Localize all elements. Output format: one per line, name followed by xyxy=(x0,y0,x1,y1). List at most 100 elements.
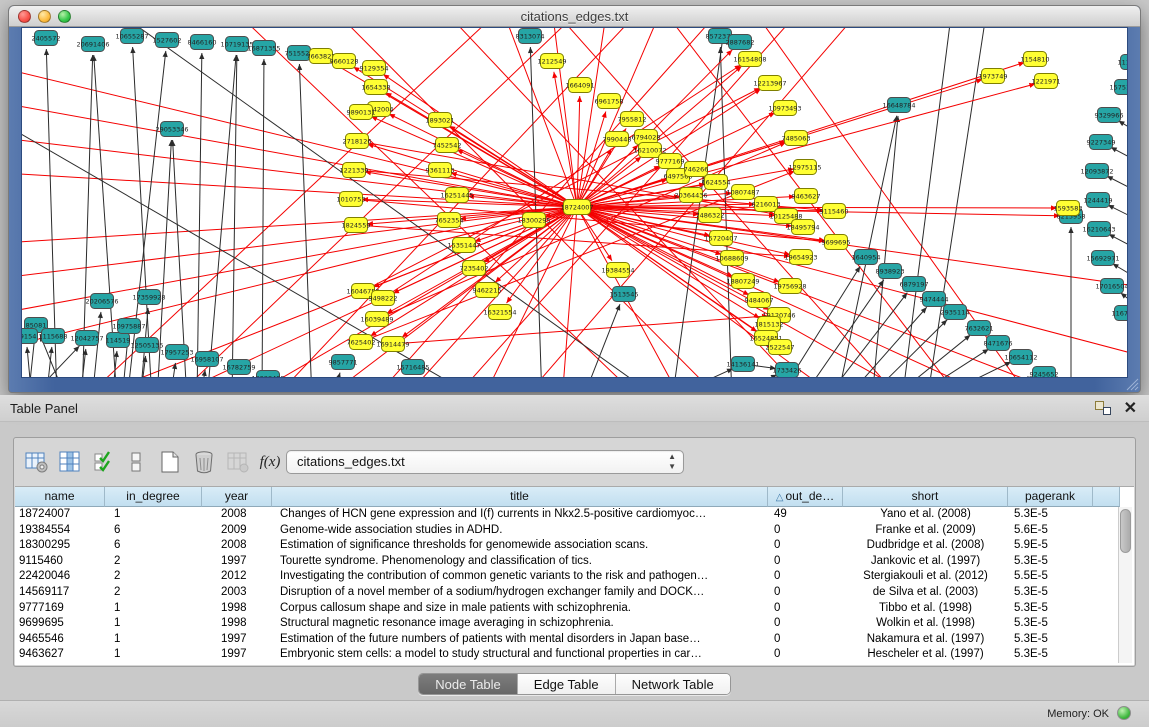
table-cell[interactable]: 5.3E-5 xyxy=(1014,585,1093,601)
table-cell[interactable]: Tibbo et al. (1998) xyxy=(843,601,1008,617)
table-row[interactable]: 946554611997Estimation of the future num… xyxy=(15,632,1134,648)
graph-node[interactable]: 20206576 xyxy=(85,294,118,309)
graph-node[interactable]: 9777169 xyxy=(656,154,685,169)
graph-edge[interactable] xyxy=(954,377,1033,378)
graph-node[interactable]: 7235402 xyxy=(460,261,489,276)
graph-node[interactable]: 12093872 xyxy=(1080,164,1113,179)
graph-edge[interactable] xyxy=(451,173,577,207)
column-select-icon[interactable] xyxy=(56,448,84,476)
table-cell[interactable]: Wolkin et al. (1998) xyxy=(843,616,1008,632)
graph-node[interactable]: 16648784 xyxy=(882,98,915,113)
table-cell[interactable]: 5.9E-5 xyxy=(1014,538,1093,554)
table-cell[interactable]: Investigating the contribution of common… xyxy=(280,569,768,585)
graph-node[interactable]: 2887682 xyxy=(726,35,755,50)
row-select-icon[interactable] xyxy=(90,448,118,476)
graph-node[interactable]: 10688609 xyxy=(715,251,748,266)
graph-node[interactable]: 8938923 xyxy=(876,264,905,279)
graph-node[interactable]: 20691406 xyxy=(76,37,109,52)
graph-node[interactable]: 29053346 xyxy=(155,122,188,137)
table-cell[interactable]: Embryonic stem cells: a model to study s… xyxy=(280,647,768,663)
graph-node[interactable]: 12923488 xyxy=(251,371,284,379)
graph-edge[interactable] xyxy=(844,307,927,378)
graph-edge[interactable] xyxy=(22,173,577,207)
float-window-icon[interactable] xyxy=(1095,401,1111,415)
graph-node[interactable]: 12213967 xyxy=(753,76,786,91)
table-cell[interactable]: 18300295 xyxy=(19,538,105,554)
table-cell[interactable]: Disruption of a novel member of a sodium… xyxy=(280,585,768,601)
table-cell[interactable]: 1997 xyxy=(221,554,272,570)
graph-node[interactable]: 7990448 xyxy=(603,132,632,147)
graph-node[interactable]: 8466160 xyxy=(188,35,217,50)
graph-node[interactable]: 10973493 xyxy=(768,101,801,116)
network-canvas[interactable]: 2405572831307420691406106552871527602846… xyxy=(21,27,1128,378)
tab-edge-table[interactable]: Edge Table xyxy=(518,674,616,694)
table-cell[interactable]: 49 xyxy=(774,507,843,523)
graph-node[interactable]: 746266 xyxy=(684,162,709,177)
table-cell[interactable]: 5.6E-5 xyxy=(1014,523,1093,539)
graph-node[interactable]: 9361113 xyxy=(426,163,455,178)
graph-edge[interactable] xyxy=(393,316,768,344)
graph-node[interactable]: 6879197 xyxy=(900,277,929,292)
table-cell[interactable]: 1997 xyxy=(221,632,272,648)
table-cell[interactable]: 0 xyxy=(774,585,843,601)
graph-edge[interactable] xyxy=(197,53,202,378)
graph-node[interactable]: 7652354 xyxy=(435,213,464,228)
graph-edge[interactable] xyxy=(232,55,237,378)
tab-network-table[interactable]: Network Table xyxy=(616,674,730,694)
graph-edge[interactable] xyxy=(207,55,236,378)
graph-node[interactable]: 16782759 xyxy=(222,360,255,375)
graph-node[interactable]: 19756928 xyxy=(773,279,806,294)
table-cell[interactable]: 2 xyxy=(114,569,202,585)
table-cell[interactable]: 0 xyxy=(774,523,843,539)
graph-node[interactable]: 10655287 xyxy=(115,29,148,44)
graph-node[interactable]: 9890131 xyxy=(347,105,376,120)
table-cell[interactable]: 0 xyxy=(774,647,843,663)
graph-node[interactable]: 1513545 xyxy=(610,287,639,302)
graph-node[interactable]: 9484067 xyxy=(745,293,774,308)
table-cell[interactable]: 1998 xyxy=(221,601,272,617)
table-cell[interactable]: 5.3E-5 xyxy=(1014,554,1093,570)
graph-node[interactable]: 20364436 xyxy=(674,188,707,203)
graph-node[interactable]: 1593583 xyxy=(1054,201,1083,216)
table-selector-dropdown[interactable]: citations_edges.txt ▲▼ xyxy=(286,450,684,474)
table-cell[interactable]: 1 xyxy=(114,647,202,663)
graph-node[interactable]: 15720407 xyxy=(704,231,737,246)
graph-node[interactable]: 16914479 xyxy=(376,337,409,352)
table-cell[interactable]: 5.3E-5 xyxy=(1014,632,1093,648)
table-cell[interactable]: 5.3E-5 xyxy=(1014,647,1093,663)
table-row[interactable]: 1938455462009Genome-wide association stu… xyxy=(15,523,1134,539)
graph-node[interactable]: 16039489 xyxy=(360,312,393,327)
table-cell[interactable]: 9777169 xyxy=(19,601,105,617)
graph-node[interactable]: 9660128 xyxy=(330,54,359,69)
graph-node[interactable]: 7452542 xyxy=(433,138,462,153)
graph-node[interactable]: 1154810 xyxy=(1021,52,1050,67)
table-cell[interactable]: 2003 xyxy=(221,585,272,601)
table-settings-icon[interactable] xyxy=(22,448,50,476)
graph-node[interactable]: 7955812 xyxy=(618,112,647,127)
graph-edge[interactable] xyxy=(27,346,79,378)
graph-edge[interactable] xyxy=(242,207,577,378)
graph-node[interactable]: 1527602 xyxy=(153,33,182,48)
graph-node[interactable]: 9699695 xyxy=(822,235,851,250)
graph-node[interactable]: 17359928 xyxy=(132,290,165,305)
graph-node[interactable]: 1893021 xyxy=(426,113,455,128)
table-cell[interactable]: Yano et al. (2008) xyxy=(843,507,1008,523)
graph-node[interactable]: 1733426 xyxy=(773,363,802,378)
table-cell[interactable]: Changes of HCN gene expression and I(f) … xyxy=(280,507,768,523)
table-cell[interactable]: 0 xyxy=(774,554,843,570)
scrollbar-thumb[interactable] xyxy=(1120,509,1131,553)
table-cell[interactable]: 5.5E-5 xyxy=(1014,569,1093,585)
graph-node[interactable]: 2522547 xyxy=(766,340,795,355)
table-cell[interactable]: 2 xyxy=(114,554,202,570)
graph-edge[interactable] xyxy=(82,55,93,378)
graph-node[interactable]: 18724007 xyxy=(560,200,593,215)
graph-node[interactable]: 10654112 xyxy=(1004,350,1037,365)
graph-node[interactable]: 16154808 xyxy=(733,52,766,67)
table-cell[interactable]: 9699695 xyxy=(19,616,105,632)
graph-edge[interactable] xyxy=(722,375,777,378)
graph-node[interactable]: 1824559 xyxy=(342,218,371,233)
table-cell[interactable]: Hescheler et al. (1997) xyxy=(843,647,1008,663)
new-table-icon[interactable] xyxy=(156,448,184,476)
graph-node[interactable]: 19654923 xyxy=(784,250,817,265)
graph-node[interactable]: 9245652 xyxy=(1030,367,1059,379)
